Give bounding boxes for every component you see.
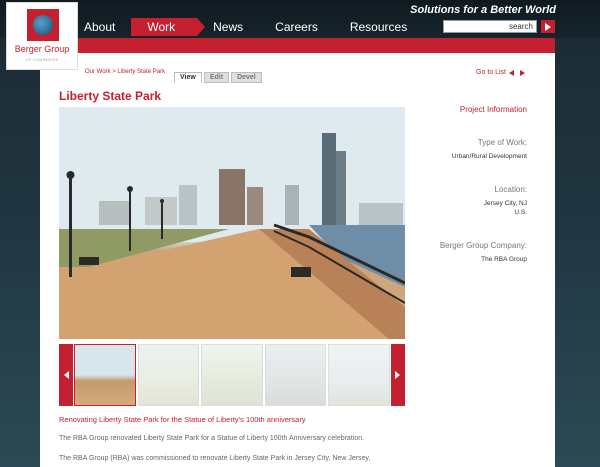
arrow-left-icon[interactable] bbox=[509, 69, 514, 76]
tab-view[interactable]: View bbox=[174, 72, 202, 83]
nav-item-resources[interactable]: Resources bbox=[334, 18, 423, 36]
thumbnail[interactable] bbox=[74, 344, 136, 406]
nav-item-work[interactable]: Work bbox=[131, 18, 205, 36]
thumbnail[interactable] bbox=[328, 344, 390, 406]
description-paragraph: The RBA Group renovated Liberty State Pa… bbox=[59, 435, 365, 442]
company-label: Berger Group Company: bbox=[439, 241, 527, 250]
globe-icon bbox=[33, 15, 53, 35]
search-input[interactable]: search bbox=[443, 20, 537, 33]
type-of-work-value: Urban/Rural Development bbox=[451, 153, 527, 160]
breadcrumb-current[interactable]: Liberty State Park bbox=[117, 69, 165, 75]
search-go-icon[interactable] bbox=[541, 20, 555, 33]
project-info: Project Information Type of Work: Urban/… bbox=[423, 105, 527, 288]
location-line-2: U.S. bbox=[514, 209, 527, 216]
logo-name: Berger Group bbox=[14, 44, 70, 54]
company-logo[interactable]: Berger Group OF COMPANIES bbox=[6, 2, 78, 70]
content-panel: Our Work > Liberty State Park View Edit … bbox=[40, 53, 555, 467]
breadcrumb-root[interactable]: Our Work bbox=[85, 69, 111, 75]
logo-subtitle: OF COMPANIES bbox=[25, 58, 59, 62]
logo-mark bbox=[27, 9, 59, 41]
project-info-heading: Project Information bbox=[459, 105, 527, 114]
company-value: The RBA Group bbox=[481, 256, 527, 263]
location-line-1: Jersey City, NJ bbox=[483, 200, 527, 207]
breadcrumb: Our Work > Liberty State Park bbox=[85, 69, 165, 75]
thumbnail[interactable] bbox=[201, 344, 263, 406]
goto-list-link[interactable]: Go to List bbox=[476, 69, 506, 76]
page-title: Liberty State Park bbox=[59, 89, 162, 103]
description-paragraph: The RBA Group (RBA) was commissioned to … bbox=[59, 455, 371, 462]
thumb-next-icon[interactable] bbox=[390, 344, 405, 406]
arrow-right-icon[interactable] bbox=[520, 69, 525, 76]
photo-caption: Renovating Liberty State Park for the St… bbox=[59, 415, 306, 424]
breadcrumb-separator: > bbox=[112, 69, 116, 75]
photo-illustration bbox=[59, 107, 405, 339]
tab-bar: View Edit Devel bbox=[174, 72, 262, 83]
main-nav: About Work News Careers Resources bbox=[68, 18, 423, 36]
tab-devel[interactable]: Devel bbox=[231, 72, 262, 83]
thumbnail[interactable] bbox=[137, 344, 200, 406]
nav-item-careers[interactable]: Careers bbox=[259, 18, 334, 36]
thumbnail[interactable] bbox=[264, 344, 327, 406]
type-of-work-label: Type of Work: bbox=[477, 138, 527, 147]
thumb-prev-icon[interactable] bbox=[59, 344, 73, 406]
red-band bbox=[40, 38, 555, 53]
tagline: Solutions for a Better World bbox=[410, 4, 556, 16]
top-bar: Solutions for a Better World About Work … bbox=[0, 0, 600, 38]
thumbnail-strip bbox=[59, 344, 405, 406]
nav-item-news[interactable]: News bbox=[197, 18, 259, 36]
location-value: Jersey City, NJ U.S. bbox=[423, 199, 527, 217]
project-photo[interactable] bbox=[59, 107, 405, 339]
tab-edit[interactable]: Edit bbox=[203, 72, 230, 83]
goto-list: Go to List bbox=[476, 69, 525, 76]
location-label: Location: bbox=[494, 185, 527, 194]
